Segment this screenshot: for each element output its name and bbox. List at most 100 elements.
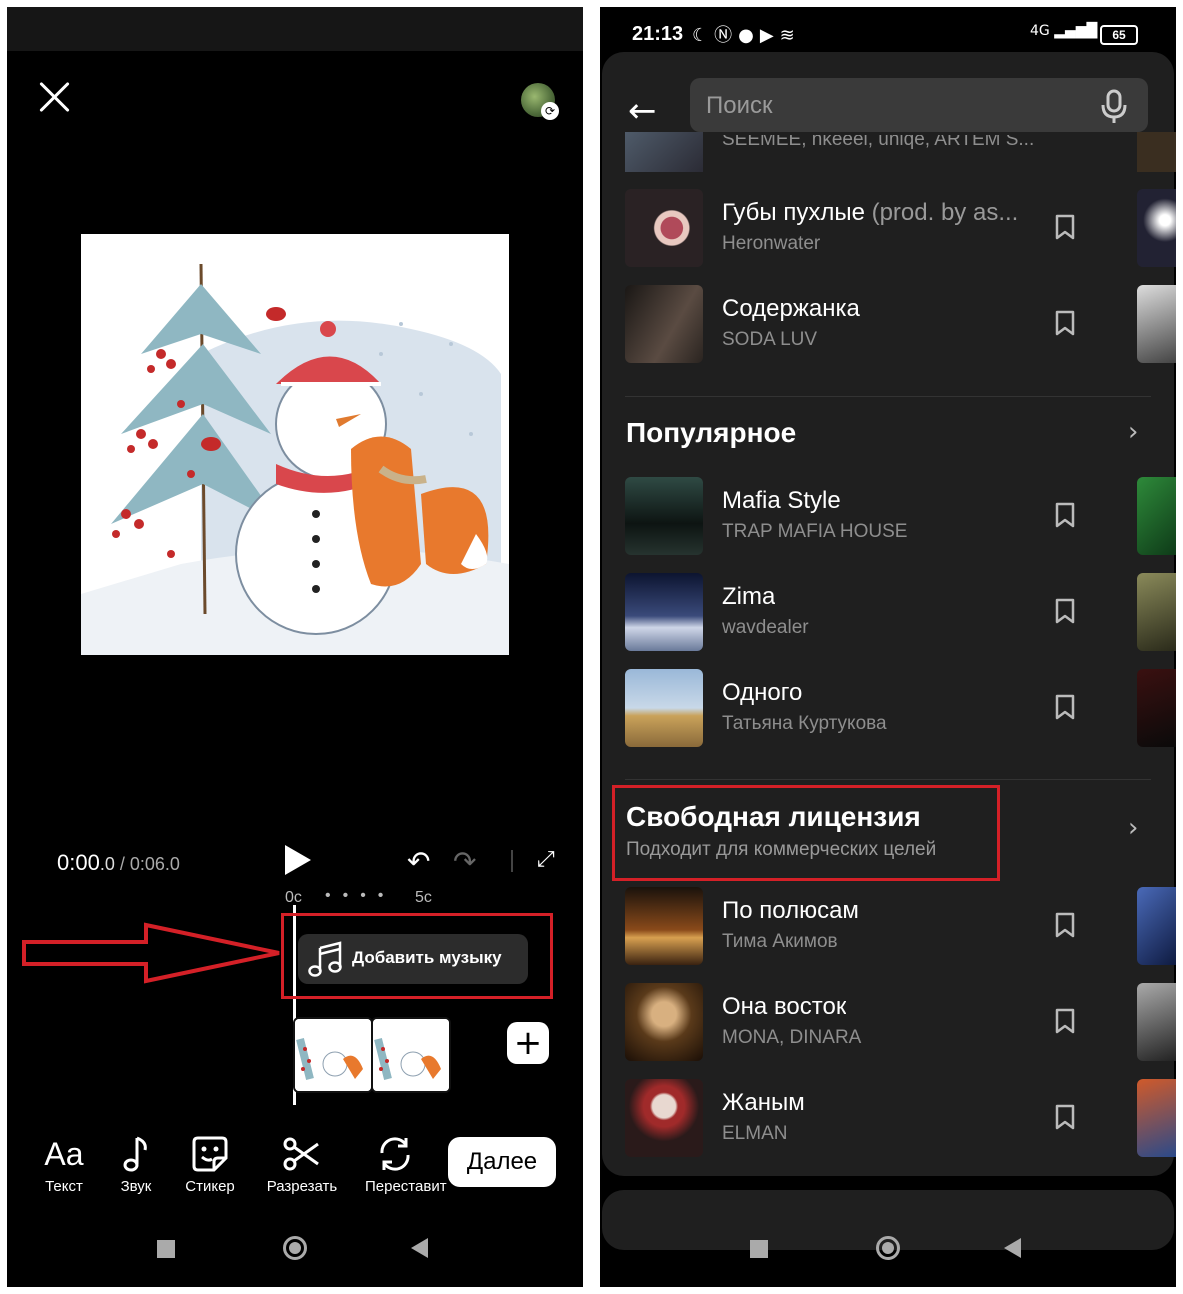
sticker-tool[interactable]: Стикер <box>165 1132 255 1195</box>
side-cover <box>1137 189 1176 267</box>
status-icons: ☾Ⓝ●▶≋ <box>692 25 801 46</box>
close-icon[interactable] <box>37 79 73 115</box>
section-title-popular: Популярное <box>626 417 797 448</box>
reorder-tool[interactable]: Переставить <box>365 1132 447 1195</box>
tool-label: Стикер <box>185 1178 235 1195</box>
music-picker-screen: 21:13 ☾Ⓝ●▶≋ 4G ▂▄▆█ 65 ← Поиск SEEMEE, n… <box>600 7 1176 1287</box>
fullscreen-icon[interactable]: ⤢ <box>537 847 555 872</box>
redo-icon[interactable]: ↷ <box>453 845 476 878</box>
video-editor-screen: ⟳ 0:00.0 / 0:06.0 ↶ ↷ ⤢ 0с •••• 5с Добав… <box>7 7 583 1287</box>
chevron-right-icon[interactable]: › <box>1128 813 1138 843</box>
current-time-decimal: .0 <box>99 854 115 874</box>
annotation-arrow <box>22 922 280 984</box>
tool-label: Разрезать <box>266 1178 338 1195</box>
bookmark-icon[interactable] <box>1054 693 1076 721</box>
track-row[interactable]: Zima wavdealer <box>625 573 1176 651</box>
track-cover <box>625 887 703 965</box>
side-cover <box>1137 1079 1176 1157</box>
timeline-clip[interactable] <box>371 1017 451 1093</box>
signal-icon: 4G ▂▄▆█ <box>1030 23 1098 39</box>
side-cover <box>1137 983 1176 1061</box>
bookmark-icon[interactable] <box>1054 597 1076 625</box>
undo-icon[interactable]: ↶ <box>407 845 430 878</box>
back-icon[interactable] <box>411 1238 428 1258</box>
annotation-highlight <box>612 785 1000 881</box>
battery-icon: 65 <box>1100 25 1138 45</box>
track-title: Жаным <box>722 1089 805 1116</box>
track-title: По полюсам <box>722 897 859 924</box>
chevron-right-icon[interactable]: › <box>1128 417 1138 447</box>
track-row[interactable]: Жаным ELMAN <box>625 1079 1176 1157</box>
track-artist: Татьяна Куртукова <box>722 713 887 734</box>
home-icon[interactable] <box>283 1236 307 1260</box>
home-icon[interactable] <box>876 1236 900 1260</box>
track-cover <box>625 669 703 747</box>
track-row[interactable]: Содержанка SODA LUV <box>625 285 1176 363</box>
track-artist: Heronwater <box>722 233 821 254</box>
divider <box>511 850 513 872</box>
status-time: 21:13 <box>632 23 684 45</box>
play-button[interactable] <box>285 845 311 875</box>
track-row[interactable]: Одного Татьяна Куртукова <box>625 669 1176 747</box>
side-cover <box>1137 132 1176 172</box>
track-cover <box>625 573 703 651</box>
bookmark-icon[interactable] <box>1054 213 1076 241</box>
side-cover <box>1137 669 1176 747</box>
current-time: 0:00 <box>57 850 100 875</box>
status-bar <box>7 7 583 51</box>
bookmark-icon[interactable] <box>1054 911 1076 939</box>
bookmark-icon[interactable] <box>1054 1103 1076 1131</box>
bookmark-icon[interactable] <box>1054 501 1076 529</box>
track-cover <box>625 983 703 1061</box>
sticker-icon <box>165 1132 255 1176</box>
track-artist: ELMAN <box>722 1123 788 1144</box>
cut-tool[interactable]: Разрезать <box>257 1132 347 1195</box>
track-title: Содержанка <box>722 295 860 322</box>
next-button[interactable]: Далее <box>448 1137 556 1187</box>
track-row[interactable]: Она восток MONA, DINARA <box>625 983 1176 1061</box>
track-row[interactable]: Губы пухлые (prod. by as... Heronwater <box>625 189 1176 267</box>
time-readout: 0:00.0 / 0:06.0 <box>57 850 180 876</box>
bookmark-icon[interactable] <box>1054 309 1076 337</box>
divider <box>625 779 1151 780</box>
timeline-dots: •••• <box>325 887 396 904</box>
recents-icon[interactable] <box>157 1240 175 1258</box>
bookmark-icon[interactable] <box>1054 1007 1076 1035</box>
timeline-tick-end: 5с <box>415 889 432 906</box>
scissors-icon <box>257 1132 347 1176</box>
side-cover <box>1137 573 1176 651</box>
total-time: / 0:06.0 <box>114 854 180 874</box>
search-placeholder: Поиск <box>706 92 773 119</box>
track-cover <box>625 1079 703 1157</box>
switch-account-icon[interactable]: ⟳ <box>541 102 559 120</box>
track-row[interactable]: Mafia Style TRAP MAFIA HOUSE <box>625 477 1176 555</box>
add-clip-button[interactable]: + <box>507 1022 549 1064</box>
side-cover <box>1137 285 1176 363</box>
search-input[interactable]: Поиск <box>690 78 1148 132</box>
reorder-icon <box>365 1132 425 1176</box>
track-cover <box>625 189 703 267</box>
track-cover <box>625 132 703 172</box>
track-artist: Тима Акимов <box>722 931 838 952</box>
recents-icon[interactable] <box>750 1240 768 1258</box>
track-title: Mafia Style <box>722 487 841 514</box>
tool-label: Переставить <box>365 1178 447 1195</box>
track-title: Она восток <box>722 993 847 1020</box>
timeline-clip[interactable] <box>293 1017 373 1093</box>
track-cover <box>625 477 703 555</box>
back-icon[interactable] <box>1004 1238 1021 1258</box>
track-artist: wavdealer <box>722 617 809 638</box>
side-cover <box>1137 477 1176 555</box>
track-title: Zima <box>722 583 776 610</box>
track-title: Одного <box>722 679 803 706</box>
track-cover <box>625 285 703 363</box>
track-artist: SEEMEE, nkeeei, uniqe, ARTEM S... <box>722 135 1035 150</box>
track-artist: TRAP MAFIA HOUSE <box>722 521 908 542</box>
track-artist: SODA LUV <box>722 329 818 350</box>
video-preview <box>81 234 509 655</box>
back-arrow-icon[interactable]: ← <box>628 91 657 131</box>
annotation-highlight <box>281 913 553 999</box>
microphone-icon[interactable] <box>1100 89 1128 130</box>
track-row[interactable]: По полюсам Тима Акимов <box>625 887 1176 965</box>
side-cover <box>1137 887 1176 965</box>
